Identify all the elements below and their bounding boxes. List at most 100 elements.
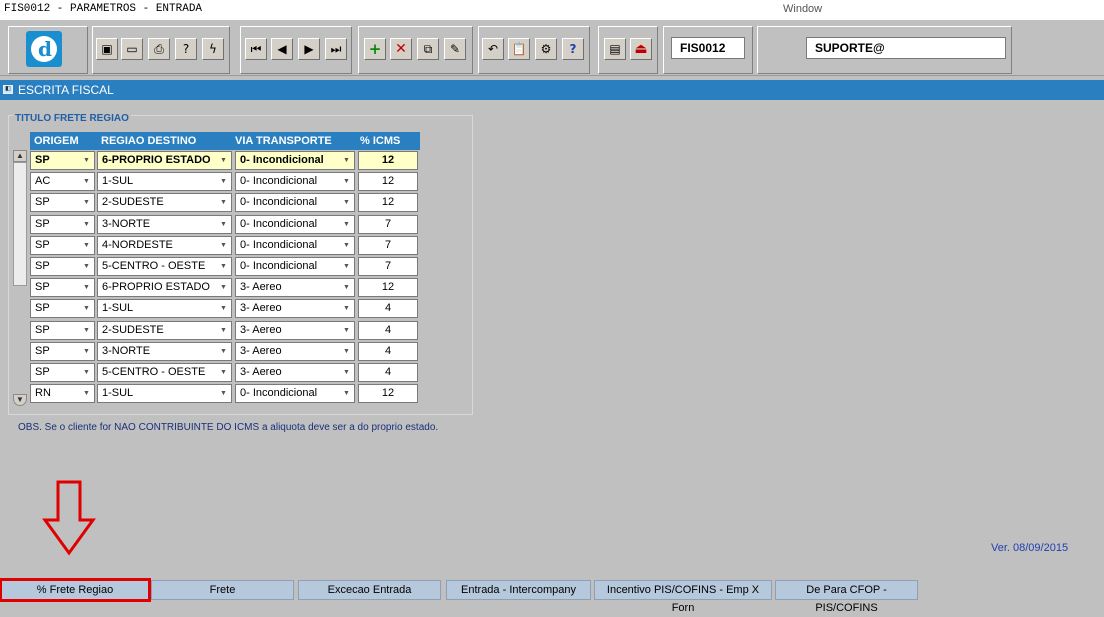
dropdown-arrow-icon[interactable]: ▼ (340, 365, 353, 380)
cell-regiao-destino[interactable]: 6-PROPRIO ESTADO ▼ (97, 151, 232, 170)
dropdown-arrow-icon[interactable]: ▼ (217, 301, 230, 316)
cell-regiao-destino[interactable]: 1-SUL ▼ (97, 172, 232, 191)
tab-entrada-intercompany[interactable]: Entrada - Intercompany (446, 580, 591, 600)
cell-regiao-destino[interactable]: 5-CENTRO - OESTE ▼ (97, 363, 232, 382)
cell-regiao-destino[interactable]: 3-NORTE ▼ (97, 342, 232, 361)
scroll-down-icon[interactable]: ▼ (13, 394, 27, 406)
cell-via-transporte[interactable]: 3- Aereo ▼ (235, 363, 355, 382)
cell-origem[interactable]: SP ▼ (30, 342, 95, 361)
dropdown-arrow-icon[interactable]: ▼ (80, 365, 93, 380)
table-scrollbar[interactable]: ▲ ▼ (13, 150, 27, 406)
dropdown-arrow-icon[interactable]: ▼ (340, 195, 353, 210)
query-icon[interactable]: ? (175, 38, 197, 60)
dropdown-arrow-icon[interactable]: ▼ (80, 323, 93, 338)
dropdown-arrow-icon[interactable]: ▼ (340, 259, 353, 274)
dropdown-arrow-icon[interactable]: ▼ (340, 301, 353, 316)
cell-origem[interactable]: SP ▼ (30, 236, 95, 255)
menu-icon[interactable]: ▤ (604, 38, 626, 60)
cell-origem[interactable]: SP ▼ (30, 151, 95, 170)
dropdown-arrow-icon[interactable]: ▼ (80, 344, 93, 359)
cell-via-transporte[interactable]: 0- Incondicional ▼ (235, 236, 355, 255)
dropdown-arrow-icon[interactable]: ▼ (80, 217, 93, 232)
cell-via-transporte[interactable]: 0- Incondicional ▼ (235, 384, 355, 403)
dropdown-arrow-icon[interactable]: ▼ (80, 386, 93, 401)
save-icon[interactable]: ▣ (96, 38, 118, 60)
cell-via-transporte[interactable]: 3- Aereo ▼ (235, 278, 355, 297)
dropdown-arrow-icon[interactable]: ▼ (340, 344, 353, 359)
cell-via-transporte[interactable]: 3- Aereo ▼ (235, 321, 355, 340)
cell-regiao-destino[interactable]: 1-SUL ▼ (97, 299, 232, 318)
cell-icms[interactable]: 7 (358, 236, 418, 255)
tab-frete[interactable]: Frete (151, 580, 294, 600)
cell-origem[interactable]: SP ▼ (30, 299, 95, 318)
dropdown-arrow-icon[interactable]: ▼ (80, 301, 93, 316)
exit-icon[interactable]: ⏏ (630, 38, 652, 60)
clipboard-icon[interactable]: 📋 (508, 38, 530, 60)
insert-record-icon[interactable]: + (364, 38, 386, 60)
cell-icms[interactable]: 12 (358, 278, 418, 297)
cell-icms[interactable]: 4 (358, 363, 418, 382)
cell-origem[interactable]: RN ▼ (30, 384, 95, 403)
cell-regiao-destino[interactable]: 2-SUDESTE ▼ (97, 321, 232, 340)
undo-icon[interactable]: ↶ (482, 38, 504, 60)
cell-via-transporte[interactable]: 0- Incondicional ▼ (235, 151, 355, 170)
cell-icms[interactable]: 12 (358, 172, 418, 191)
section-toggle-icon[interactable]: ◧ (3, 85, 13, 94)
dropdown-arrow-icon[interactable]: ▼ (217, 280, 230, 295)
delete-record-icon[interactable]: ✕ (390, 38, 412, 60)
dropdown-arrow-icon[interactable]: ▼ (80, 238, 93, 253)
dropdown-arrow-icon[interactable]: ▼ (340, 280, 353, 295)
cell-origem[interactable]: SP ▼ (30, 215, 95, 234)
last-record-icon[interactable]: ⏭ (325, 38, 347, 60)
dropdown-arrow-icon[interactable]: ▼ (217, 153, 230, 168)
cell-regiao-destino[interactable]: 6-PROPRIO ESTADO ▼ (97, 278, 232, 297)
first-record-icon[interactable]: ⏮ (245, 38, 267, 60)
cell-origem[interactable]: SP ▼ (30, 257, 95, 276)
previous-record-icon[interactable]: ◀ (271, 38, 293, 60)
dropdown-arrow-icon[interactable]: ▼ (340, 386, 353, 401)
dropdown-arrow-icon[interactable]: ▼ (217, 344, 230, 359)
dropdown-arrow-icon[interactable]: ▼ (340, 174, 353, 189)
dropdown-arrow-icon[interactable]: ▼ (217, 259, 230, 274)
dropdown-arrow-icon[interactable]: ▼ (217, 238, 230, 253)
cell-icms[interactable]: 4 (358, 299, 418, 318)
dropdown-arrow-icon[interactable]: ▼ (217, 323, 230, 338)
scroll-thumb[interactable] (13, 162, 27, 286)
next-record-icon[interactable]: ▶ (298, 38, 320, 60)
cell-icms[interactable]: 12 (358, 151, 418, 170)
cell-regiao-destino[interactable]: 2-SUDESTE ▼ (97, 193, 232, 212)
scroll-up-icon[interactable]: ▲ (13, 150, 27, 162)
window-icon[interactable]: ▭ (121, 38, 143, 60)
dropdown-arrow-icon[interactable]: ▼ (217, 365, 230, 380)
cell-regiao-destino[interactable]: 1-SUL ▼ (97, 384, 232, 403)
cell-icms[interactable]: 4 (358, 321, 418, 340)
cell-via-transporte[interactable]: 0- Incondicional ▼ (235, 193, 355, 212)
cell-origem[interactable]: AC ▼ (30, 172, 95, 191)
dropdown-arrow-icon[interactable]: ▼ (217, 217, 230, 232)
cell-icms[interactable]: 12 (358, 384, 418, 403)
cell-via-transporte[interactable]: 0- Incondicional ▼ (235, 215, 355, 234)
tab-excecao-entrada[interactable]: Excecao Entrada (298, 580, 441, 600)
window-menu[interactable]: Window (783, 3, 822, 15)
dropdown-arrow-icon[interactable]: ▼ (340, 153, 353, 168)
dropdown-arrow-icon[interactable]: ▼ (340, 238, 353, 253)
cell-regiao-destino[interactable]: 5-CENTRO - OESTE ▼ (97, 257, 232, 276)
permissions-icon[interactable]: ⚙ (535, 38, 557, 60)
cell-via-transporte[interactable]: 0- Incondicional ▼ (235, 257, 355, 276)
cell-via-transporte[interactable]: 3- Aereo ▼ (235, 342, 355, 361)
dropdown-arrow-icon[interactable]: ▼ (217, 174, 230, 189)
cell-regiao-destino[interactable]: 4-NORDESTE ▼ (97, 236, 232, 255)
dropdown-arrow-icon[interactable]: ▼ (80, 195, 93, 210)
help-icon[interactable]: ? (562, 38, 584, 60)
cell-via-transporte[interactable]: 0- Incondicional ▼ (235, 172, 355, 191)
execute-query-icon[interactable]: ϟ (202, 38, 224, 60)
cell-icms[interactable]: 4 (358, 342, 418, 361)
cell-origem[interactable]: SP ▼ (30, 321, 95, 340)
dropdown-arrow-icon[interactable]: ▼ (217, 386, 230, 401)
tab-de-para-cfop[interactable]: De Para CFOP - PIS/COFINS (775, 580, 918, 614)
cell-origem[interactable]: SP ▼ (30, 193, 95, 212)
dropdown-arrow-icon[interactable]: ▼ (80, 280, 93, 295)
dropdown-arrow-icon[interactable]: ▼ (80, 174, 93, 189)
cell-regiao-destino[interactable]: 3-NORTE ▼ (97, 215, 232, 234)
edit-icon[interactable]: ✎ (444, 38, 466, 60)
